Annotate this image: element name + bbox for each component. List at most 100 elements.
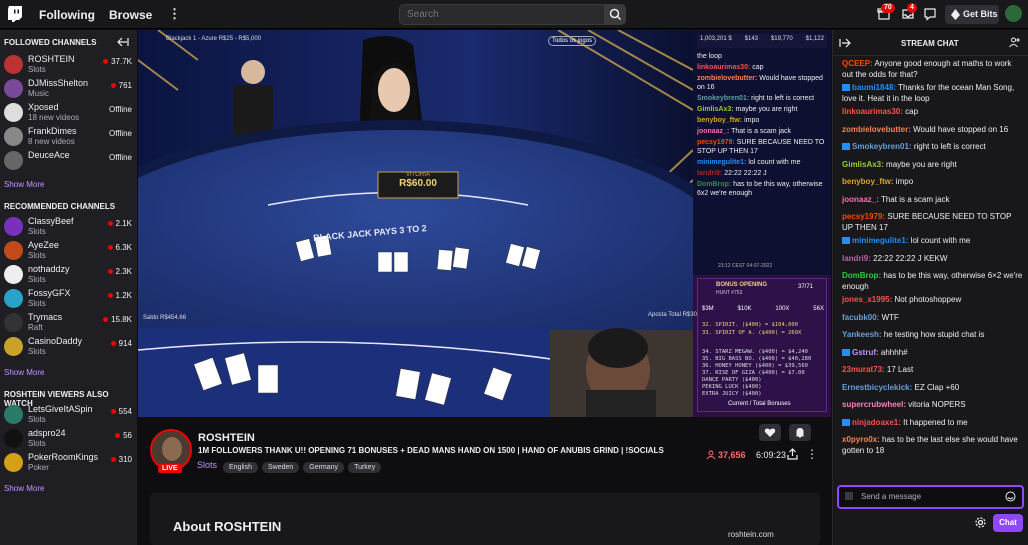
bits-chat-icon[interactable]: [844, 491, 854, 501]
channel-game: Music: [28, 89, 49, 98]
chat-username[interactable]: jones_x1995:: [842, 295, 892, 304]
also-watch-channel[interactable]: adspro24 Slots 56: [0, 427, 137, 451]
followed-channel[interactable]: Xposed 18 new videos Offline: [0, 101, 137, 125]
followed-show-more[interactable]: Show More: [4, 180, 44, 189]
live-dot-icon: [110, 409, 116, 415]
share-icon[interactable]: [787, 448, 798, 460]
more-options-icon[interactable]: ⋮: [806, 447, 818, 461]
whispers-icon[interactable]: [923, 7, 937, 21]
chat-message: pecsy1979: SURE BECAUSE NEED TO STOP UP …: [842, 211, 1024, 233]
emote-icon[interactable]: [1005, 491, 1016, 502]
channel-viewers: 37.7K: [103, 57, 132, 66]
chat-message: joonaaz_: That is a scam jack: [842, 194, 1024, 205]
chat-username[interactable]: facubk00:: [842, 313, 879, 322]
chat-text: Would have stopped on 16: [913, 124, 1009, 134]
video-player[interactable]: Blackjack 1 - Azure R$25 - R$5,000 Todos…: [138, 30, 831, 417]
tag[interactable]: Turkey: [348, 462, 382, 473]
channel-name: nothaddzy: [28, 264, 70, 274]
recommended-channel[interactable]: CasinoDaddy Slots 914: [0, 335, 137, 359]
chat-username[interactable]: Smokeybren01:: [852, 142, 912, 151]
get-bits-button[interactable]: Get Bits: [945, 5, 999, 24]
followed-channel[interactable]: DJMissShelton Music 761: [0, 77, 137, 101]
stat-2: $143: [744, 36, 759, 42]
chat-username[interactable]: Yankeesh:: [842, 330, 882, 339]
nav-browse[interactable]: Browse: [109, 8, 152, 22]
channel-viewers: 56: [115, 431, 132, 440]
chat-message: QCEEP: Anyone good enough at maths to wo…: [842, 58, 1024, 80]
tag[interactable]: Germany: [303, 462, 345, 473]
win-sign-amount: R$60.00: [399, 178, 437, 189]
search-button[interactable]: [605, 4, 626, 25]
collapse-sidebar-icon[interactable]: [117, 37, 129, 47]
followed-channel[interactable]: ROSHTEIN Slots 37.7K: [0, 53, 137, 77]
channel-name: ROSHTEIN: [28, 54, 75, 64]
search-input[interactable]: [399, 4, 605, 25]
chat-username[interactable]: baumi1848:: [852, 83, 896, 92]
followed-channel[interactable]: DeuceAce Offline: [0, 149, 137, 173]
chat-username[interactable]: linkoaurimas30:: [842, 107, 903, 116]
chat-username[interactable]: zombielovebutter:: [842, 125, 911, 134]
recommended-channel[interactable]: FossyGFX Slots 1.2K: [0, 287, 137, 311]
chat-message: landri9: 22:22 22:22 J KEKW: [842, 253, 1024, 264]
also-watch-channel[interactable]: LetsGiveItASpin Slots 554: [0, 403, 137, 427]
chat-username[interactable]: 23murat73:: [842, 365, 885, 374]
chat-input[interactable]: Send a message: [837, 485, 1024, 509]
website-link[interactable]: roshtein.com: [728, 530, 774, 539]
chat-send-button[interactable]: Chat: [993, 514, 1023, 532]
chat-title: STREAM CHAT: [901, 39, 959, 48]
chat-username[interactable]: Ernestbicyclekick:: [842, 383, 912, 392]
overlay-chat-message: landri9: 22:22 22:22 J: [697, 170, 767, 177]
recommended-channel[interactable]: Trymacs Raft 15.8K: [0, 311, 137, 335]
stream-title: 1M FOLLOWERS THANK U!! OPENING 71 BONUSE…: [198, 446, 664, 455]
notif-badge-1: 70: [881, 3, 895, 13]
notifications-button[interactable]: [789, 424, 811, 441]
tag[interactable]: English: [223, 462, 258, 473]
chat-username[interactable]: ninjadoaxe1:: [852, 418, 901, 427]
user-avatar[interactable]: [1005, 5, 1022, 22]
twitch-logo-icon[interactable]: [8, 6, 22, 22]
channel-avatar: [4, 217, 23, 236]
also-show-more[interactable]: Show More: [4, 484, 44, 493]
followed-channel[interactable]: FrankDimes 8 new videos Offline: [0, 125, 137, 149]
recommended-show-more[interactable]: Show More: [4, 368, 44, 377]
chat-username[interactable]: joonaaz_:: [842, 195, 879, 204]
channel-game: Poker: [28, 463, 49, 472]
more-menu-icon[interactable]: ⋮: [168, 6, 181, 22]
live-dot-icon: [103, 317, 109, 323]
chat-username[interactable]: minimegulite1:: [852, 236, 908, 245]
chat-username[interactable]: pecsy1979:: [842, 212, 885, 221]
chat-username[interactable]: benyboy_ftw:: [842, 177, 894, 186]
overlay-chat-message: DomBrop: has to be this way, otherwise 6…: [697, 181, 823, 197]
overlay-chat-message: linkoaurimas30: cap: [697, 64, 764, 71]
channel-name: adspro24: [28, 428, 66, 438]
live-dot-icon: [115, 433, 121, 439]
tag[interactable]: Sweden: [261, 462, 300, 473]
users-icon[interactable]: [1009, 37, 1021, 48]
chat-username[interactable]: GimlisAx3:: [842, 160, 884, 169]
bits-icon: [951, 9, 960, 20]
recommended-channel[interactable]: AyeZee Slots 6.3K: [0, 239, 137, 263]
collapse-chat-icon[interactable]: [839, 38, 851, 48]
chat-username[interactable]: Gstruf:: [852, 348, 879, 357]
channel-viewers: Offline: [109, 105, 132, 114]
chat-text: WTF: [881, 312, 899, 322]
nav-following[interactable]: Following: [39, 8, 95, 22]
chat-username[interactable]: DomBrop:: [842, 271, 881, 280]
also-watch-channel[interactable]: PokerRoomKings Poker 310: [0, 451, 137, 475]
channel-name[interactable]: ROSHTEIN: [198, 432, 255, 444]
chat-username[interactable]: landri9:: [842, 254, 871, 263]
recommended-channel[interactable]: ClassyBeef Slots 2.1K: [0, 215, 137, 239]
bonus-rows: 32. SPIRIT. ($400) = $104,000 33. SPIRIT …: [702, 321, 824, 337]
chat-message: GimlisAx3: maybe you are right: [842, 159, 1024, 170]
chat-username[interactable]: x0pyro0x:: [842, 435, 880, 444]
follow-button[interactable]: [759, 424, 781, 441]
chat-username[interactable]: QCEEP:: [842, 59, 873, 68]
chat-text: 22:22 22:22 J KEKW: [873, 253, 948, 263]
recommended-channel[interactable]: nothaddzy Slots 2.3K: [0, 263, 137, 287]
all-games-button[interactable]: Todos os jogos: [548, 36, 597, 46]
channel-game: Slots: [28, 347, 46, 356]
stream-category[interactable]: Slots: [197, 460, 217, 470]
chat-username[interactable]: supercrubwheel:: [842, 400, 906, 409]
live-dot-icon: [107, 293, 113, 299]
chat-settings-icon[interactable]: [975, 517, 986, 528]
